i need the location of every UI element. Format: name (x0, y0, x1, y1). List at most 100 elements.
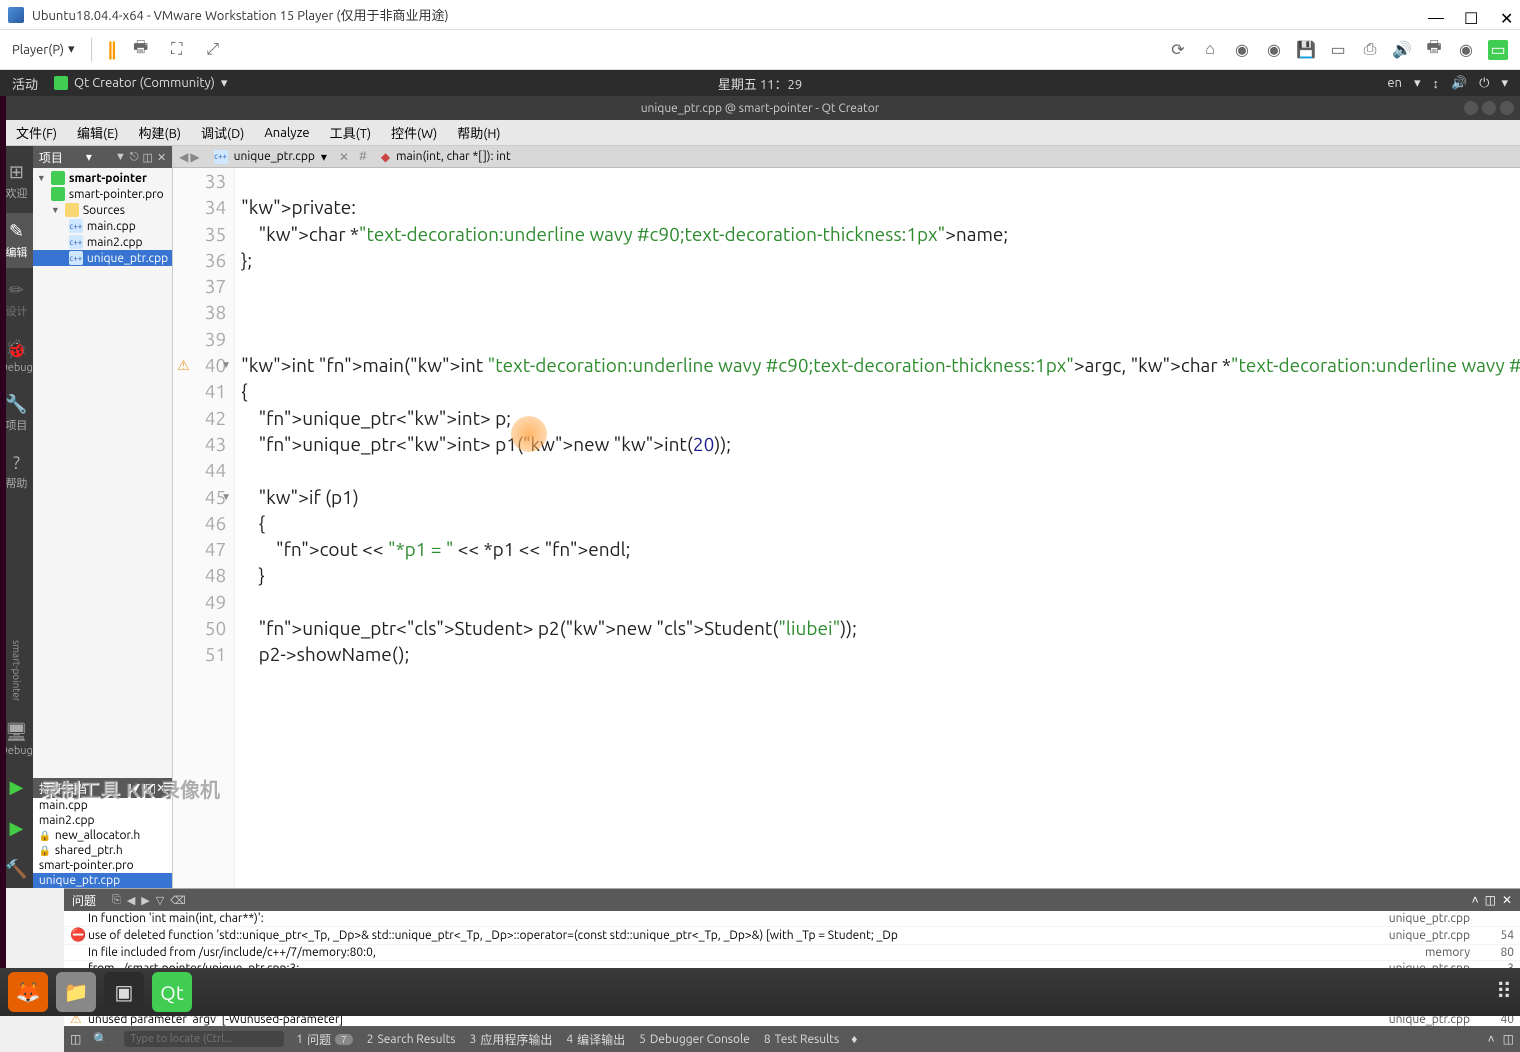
close-button[interactable]: ✕ (1500, 9, 1512, 21)
menu-build[interactable]: 构建(B) (131, 121, 189, 144)
qtcreator-icon[interactable]: Qt (152, 972, 192, 1012)
menu-file[interactable]: 文件(F) (8, 121, 65, 144)
menu-edit[interactable]: 编辑(E) (69, 121, 126, 144)
link-icon[interactable]: ⎋ (130, 151, 139, 164)
output-tab[interactable]: 5 Debugger Console (639, 1031, 750, 1048)
tools-icon[interactable]: ▭ (1488, 40, 1508, 60)
fullscreen-icon[interactable]: ⛶ (167, 40, 187, 60)
printer-icon[interactable]: 🖶 (1424, 40, 1444, 60)
cpp-icon: c++ (214, 150, 228, 164)
filter-icon[interactable]: ▼ (115, 151, 126, 164)
network-icon[interactable]: ⟳ (1168, 40, 1188, 60)
menu-help[interactable]: 帮助(H) (449, 121, 508, 144)
lang-indicator[interactable]: en (1387, 76, 1402, 90)
usb-icon[interactable]: ⎙ (1360, 40, 1380, 60)
record-icon[interactable]: ◉ (1456, 40, 1476, 60)
player-menu[interactable]: Player(P)▾ (12, 42, 75, 57)
menu-widgets[interactable]: 控件(W) (383, 121, 445, 144)
code-editor[interactable]: 33343536373839▼4041424344▼45464748495051… (173, 168, 1520, 888)
close-file-button[interactable]: ✕ (335, 150, 353, 164)
cpp-icon: c++ (69, 251, 83, 265)
tree-sources-folder[interactable]: ▼Sources (33, 202, 172, 218)
card-icon[interactable]: ▭ (1328, 40, 1348, 60)
vmware-title-text: Ubuntu18.04.4-x64 - VMware Workstation 1… (32, 5, 449, 24)
split-icon[interactable]: ◫ (143, 151, 153, 164)
open-file[interactable]: 🔒shared_ptr.h (33, 843, 172, 858)
unity-icon[interactable]: ⤢ (203, 40, 223, 60)
next-issue-button[interactable]: ▶ (141, 894, 149, 907)
open-documents: main.cpp main2.cpp 🔒new_allocator.h 🔒sha… (33, 798, 172, 888)
split-icon[interactable]: ◫ (145, 781, 156, 795)
filter-icon[interactable]: ⎘ (112, 894, 121, 907)
nav-back-button[interactable]: ◀ (179, 150, 188, 164)
collapse-button[interactable]: ˄ (1488, 1032, 1495, 1046)
prev-issue-button[interactable]: ◀ (127, 894, 135, 907)
editor-area: ◀ ▶ c++ unique_ptr.cpp ▾ ✕ # ◆ main(int,… (173, 146, 1520, 888)
sound-icon[interactable]: 🔊 (1392, 40, 1412, 60)
pause-button[interactable]: || (108, 40, 115, 60)
mode-design[interactable]: ✏设计 (0, 272, 33, 327)
power-indicator[interactable]: ⏻ (1479, 76, 1489, 91)
tree-file-main[interactable]: c++main.cpp (33, 218, 172, 234)
menu-analyze[interactable]: Analyze (256, 124, 317, 142)
show-apps-button[interactable]: ⠿ (1496, 979, 1512, 1005)
menu-debug[interactable]: 调试(D) (193, 121, 252, 144)
firefox-icon[interactable]: 🦊 (8, 972, 48, 1012)
file-selector[interactable]: c++ unique_ptr.cpp ▾ (206, 150, 335, 164)
nav-forward-button[interactable]: ▶ (190, 150, 199, 164)
activities-button[interactable]: 活动 (12, 74, 38, 93)
menu-tools[interactable]: 工具(T) (322, 121, 379, 144)
lock-icon: 🔒 (39, 830, 51, 842)
output-tab[interactable]: 1 问题 7 (296, 1031, 352, 1048)
open-file[interactable]: main2.cpp (33, 813, 172, 828)
clear-icon[interactable]: ⌫ (170, 894, 186, 907)
floppy-icon[interactable]: 💾 (1296, 40, 1316, 60)
output-tab[interactable]: 2 Search Results (367, 1031, 456, 1048)
output-tab[interactable]: 3 应用程序输出 (470, 1031, 553, 1048)
output-tabs-bar: ◫ 🔍 1 问题 7 2 Search Results 3 应用程序输出 4 编译输出… (64, 1026, 1520, 1052)
symbol-crumb[interactable]: ◆ main(int, char *[]): int ▾ (373, 150, 1520, 164)
tree-root[interactable]: ▼smart-pointer (33, 170, 172, 186)
locator-icon[interactable]: 🔍 (93, 1032, 108, 1046)
tree-file-uniqueptr[interactable]: c++unique_ptr.cpp (33, 250, 172, 266)
issues-title: 问题 (72, 892, 96, 909)
open-file[interactable]: smart-pointer.pro (33, 858, 172, 873)
locator-input[interactable] (124, 1031, 284, 1047)
output-tab[interactable]: 8 Test Results (764, 1031, 839, 1048)
qt-icon (54, 76, 68, 90)
more-tabs-button[interactable]: ♦ (851, 1032, 857, 1046)
close-output-button[interactable]: ◫ (1503, 1032, 1514, 1046)
help-icon: ? (13, 453, 20, 473)
send-printer-icon[interactable]: 🖶 (131, 40, 151, 60)
vmware-icon (8, 7, 24, 23)
tree-file-main2[interactable]: c++main2.cpp (33, 234, 172, 250)
minimize-button[interactable]: — (1428, 9, 1440, 21)
editor-toolbar: ◀ ▶ c++ unique_ptr.cpp ▾ ✕ # ◆ main(int,… (173, 146, 1520, 168)
network-indicator[interactable]: ↕ (1432, 76, 1439, 91)
tree-profile[interactable]: smart-pointer.pro (33, 186, 172, 202)
minimize-panel-button[interactable]: ˄ (1472, 893, 1479, 907)
close-pane-icon[interactable]: ✕ (157, 151, 166, 164)
cd-icon[interactable]: ◉ (1232, 40, 1252, 60)
qt-minimize-button[interactable] (1464, 101, 1478, 115)
qt-maximize-button[interactable] (1482, 101, 1496, 115)
maximize-panel-button[interactable]: ◫ (1485, 893, 1496, 907)
open-file[interactable]: 🔒new_allocator.h (33, 828, 172, 843)
funnel-icon[interactable]: ▽ (156, 894, 164, 907)
open-file[interactable]: unique_ptr.cpp (33, 873, 172, 888)
projects-header: 项目 ▾ ▼ ⎋ ◫ ✕ (33, 146, 172, 168)
close-panel-button[interactable]: ✕ (1502, 893, 1512, 907)
maximize-button[interactable]: ☐ (1464, 9, 1476, 21)
terminal-icon[interactable]: ▣ (104, 972, 144, 1012)
volume-indicator[interactable]: 🔊 (1451, 76, 1467, 91)
output-split-icon[interactable]: ◫ (70, 1032, 81, 1046)
close-pane-icon[interactable]: ✕ (156, 781, 166, 795)
clock[interactable]: 星期五 11：29 (718, 74, 802, 93)
files-icon[interactable]: 📁 (56, 972, 96, 1012)
output-tab[interactable]: 4 编译输出 (566, 1031, 625, 1048)
app-menu[interactable]: Qt Creator (Community) ▾ (54, 76, 227, 91)
open-file[interactable]: main.cpp (33, 798, 172, 813)
hdd-icon[interactable]: ⌂ (1200, 40, 1220, 60)
cd2-icon[interactable]: ◉ (1264, 40, 1284, 60)
qt-close-button[interactable] (1500, 101, 1514, 115)
